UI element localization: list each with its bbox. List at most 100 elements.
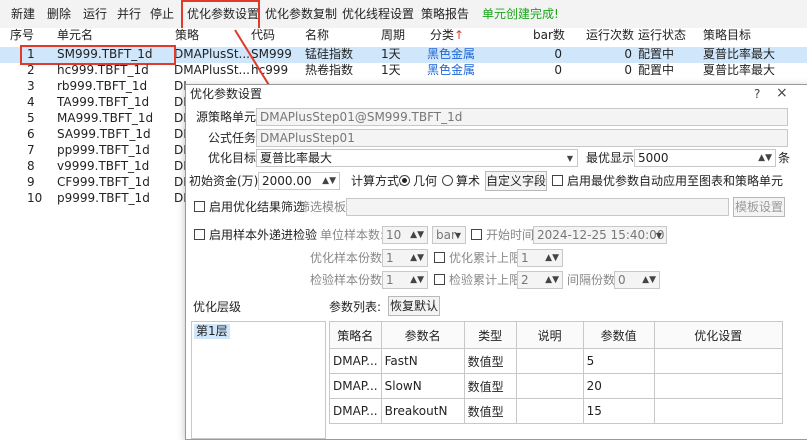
param-row[interactable]: DMAP... SlowN 数值型 20: [329, 373, 784, 399]
param-list-label: 参数列表:: [329, 300, 382, 314]
chevron-down-icon: ▼: [566, 154, 573, 163]
source-unit-field: DMAPlusStep01@SM999.TBFT_1d: [256, 108, 788, 126]
param-row[interactable]: DMAP... FastN 数值型 5: [329, 348, 784, 374]
calc-arithmetic-radio[interactable]: 算术: [439, 172, 480, 190]
filter-template-label: 筛选模板:: [298, 200, 351, 214]
checkbox-icon: [194, 201, 205, 212]
checkbox-icon: [434, 274, 445, 285]
interval-label: 间隔份数:: [567, 273, 620, 287]
spinner-icon: ▲▼: [758, 153, 772, 163]
spinner-icon: ▲▼: [545, 275, 559, 285]
param-opt[interactable]: [653, 348, 784, 374]
unit-sample-type-select[interactable]: bar ▼: [432, 226, 466, 244]
param-row[interactable]: DMAP... BreakoutN 数值型 15: [329, 398, 784, 424]
best-show-label: 最优显示:: [586, 151, 639, 165]
param-value[interactable]: 5: [582, 348, 655, 374]
formula-task-label: 公式任务:: [208, 131, 261, 145]
start-time-label: 开始时间: [486, 228, 535, 242]
best-show-spinner[interactable]: 5000 ▲▼: [634, 149, 776, 167]
spinner-icon: ▲▼: [410, 275, 424, 285]
unit-sample-value: 10: [386, 228, 402, 242]
filter-template-field: [346, 198, 729, 216]
check-cum-label: 检验累计上限: [449, 273, 522, 287]
param-table: 策略名 参数名 类型 说明 参数值 优化设置 DMAP... FastN 数值型…: [329, 321, 784, 424]
calc-geometric-label: 几何: [413, 174, 438, 188]
param-col-opt[interactable]: 优化设置: [653, 321, 784, 349]
chevron-down-icon: ▼: [655, 231, 662, 240]
checkbox-icon: [434, 252, 445, 263]
oos-label: 启用样本外递进检验: [209, 228, 318, 242]
template-settings-button[interactable]: 模板设置: [733, 197, 785, 217]
spinner-icon: ▲▼: [410, 253, 424, 263]
filter-enable-label: 启用优化结果筛选: [209, 200, 306, 214]
capital-label: 初始资金(万):: [189, 174, 263, 188]
opt-copies-value: 1: [386, 251, 394, 265]
param-strategy: DMAP...: [329, 373, 382, 399]
param-table-header: 策略名 参数名 类型 说明 参数值 优化设置: [329, 321, 784, 349]
param-strategy: DMAP...: [329, 348, 382, 374]
check-cum-spinner[interactable]: 2 ▲▼: [517, 271, 563, 289]
dialog-title: 优化参数设置: [186, 85, 807, 103]
param-name: SlowN: [380, 373, 465, 399]
param-desc: [515, 398, 584, 424]
opt-cum-spinner[interactable]: 1 ▲▼: [517, 249, 563, 267]
spinner-icon: ▲▼: [410, 230, 424, 240]
custom-field-button[interactable]: 自定义字段: [485, 171, 547, 191]
layer-list: 第1层: [191, 321, 326, 439]
param-col-value[interactable]: 参数值: [582, 321, 655, 349]
target-label: 优化目标:: [208, 151, 261, 165]
param-col-strategy[interactable]: 策略名: [329, 321, 382, 349]
target-select[interactable]: 夏普比率最大 ▼: [256, 149, 578, 167]
param-opt[interactable]: [653, 398, 784, 424]
spinner-icon: ▲▼: [322, 176, 336, 186]
param-desc: [515, 373, 584, 399]
start-time-checkbox[interactable]: 开始时间: [471, 226, 534, 244]
chevron-down-icon: ▼: [454, 231, 461, 240]
param-type: 数值型: [463, 373, 517, 399]
close-icon[interactable]: ×: [776, 85, 788, 101]
param-col-type[interactable]: 类型: [463, 321, 517, 349]
layer-item-1[interactable]: 第1层: [194, 324, 230, 339]
start-time-value: 2024-12-25 15:40:00: [537, 228, 665, 242]
unit-sample-type-value: bar: [436, 228, 456, 242]
check-copies-spinner[interactable]: 1 ▲▼: [382, 271, 428, 289]
auto-apply-checkbox[interactable]: 启用最优参数自动应用至图表和策略单元: [552, 172, 783, 190]
target-select-value: 夏普比率最大: [260, 151, 333, 165]
help-icon[interactable]: ?: [754, 87, 760, 101]
param-strategy: DMAP...: [329, 398, 382, 424]
oos-checkbox[interactable]: 启用样本外递进检验: [194, 226, 317, 244]
param-col-name[interactable]: 参数名: [380, 321, 465, 349]
checkbox-icon: [194, 229, 205, 240]
check-cum-value: 2: [521, 273, 529, 287]
param-name: FastN: [380, 348, 465, 374]
param-value[interactable]: 15: [582, 398, 655, 424]
check-copies-label: 检验样本份数:: [310, 273, 387, 287]
param-col-desc[interactable]: 说明: [515, 321, 584, 349]
param-type: 数值型: [463, 348, 517, 374]
interval-spinner[interactable]: 0 ▲▼: [614, 271, 660, 289]
formula-task-field: DMAPlusStep01: [256, 129, 788, 147]
capital-spinner[interactable]: 2000.00 ▲▼: [258, 172, 340, 190]
restore-default-button[interactable]: 恢复默认: [388, 296, 440, 316]
optimize-settings-dialog: 优化参数设置 ? × 源策略单元: DMAPlusStep01@SM999.TB…: [185, 84, 807, 440]
opt-cum-checkbox[interactable]: 优化累计上限: [434, 249, 521, 267]
opt-copies-spinner[interactable]: 1 ▲▼: [382, 249, 428, 267]
capital-value: 2000.00: [262, 174, 312, 188]
spinner-icon: ▲▼: [642, 275, 656, 285]
unit-sample-label: 单位样本数:: [320, 228, 385, 242]
checkbox-icon: [552, 175, 563, 186]
check-cum-checkbox[interactable]: 检验累计上限: [434, 271, 521, 289]
filter-enable-checkbox[interactable]: 启用优化结果筛选: [194, 198, 305, 216]
spinner-icon: ▲▼: [545, 253, 559, 263]
interval-value: 0: [618, 273, 626, 287]
best-show-unit: 条: [778, 151, 791, 165]
checkbox-icon: [471, 229, 482, 240]
param-opt[interactable]: [653, 373, 784, 399]
param-value[interactable]: 20: [582, 373, 655, 399]
opt-copies-label: 优化样本份数:: [310, 251, 387, 265]
calc-geometric-radio[interactable]: 几何: [396, 172, 437, 190]
param-type: 数值型: [463, 398, 517, 424]
unit-sample-spinner[interactable]: 10 ▲▼: [382, 226, 428, 244]
start-time-picker[interactable]: 2024-12-25 15:40:00 ▼: [533, 226, 667, 244]
param-desc: [515, 348, 584, 374]
